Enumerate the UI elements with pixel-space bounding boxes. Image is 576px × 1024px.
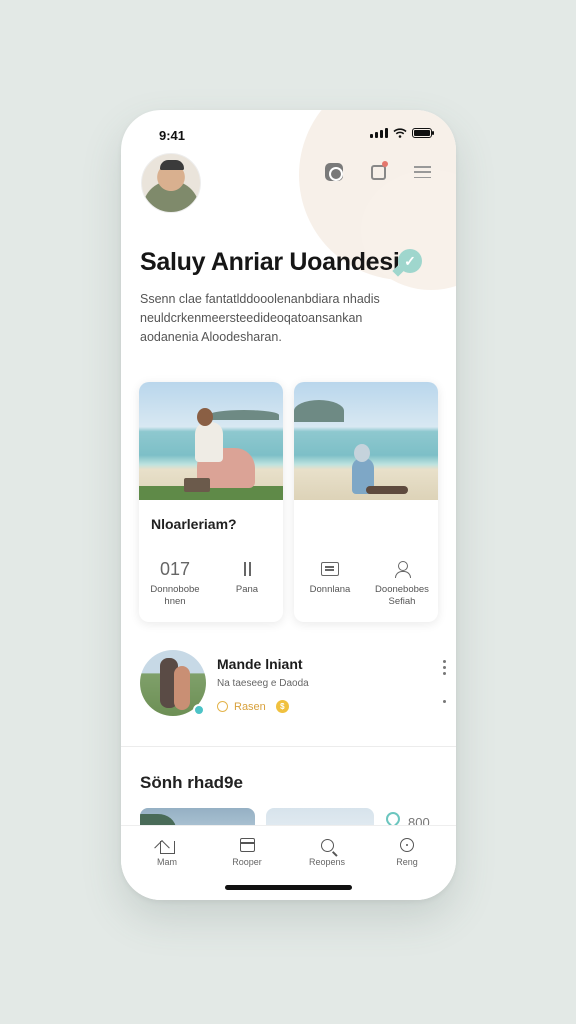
stat-details[interactable]: Donnlana: [294, 558, 366, 596]
circle-icon: [217, 701, 228, 712]
divider: [121, 746, 456, 747]
stat-value: 017: [159, 559, 191, 579]
stat-profile[interactable]: Doonebobes Sefiah: [366, 558, 438, 608]
verified-check-icon: ✓: [398, 249, 422, 273]
status-icons: [370, 128, 434, 138]
battery-icon: [412, 128, 434, 138]
notification-dot: [382, 161, 388, 167]
tab-activity[interactable]: Reng: [377, 836, 437, 867]
list-item-name: Mande lniant: [217, 656, 303, 672]
puzzle-icon[interactable]: [324, 162, 344, 182]
bag-icon[interactable]: [368, 161, 388, 182]
phone-screen: 9:41 Saluy Anriar Uoandesia ✓ Ssenn clae…: [121, 110, 456, 900]
beach-card[interactable]: Nloarleriam? 017 Donnobobe hnen Pana: [139, 382, 283, 622]
tab-label: Rooper: [232, 857, 262, 867]
stat-label: Donnlana: [309, 584, 351, 595]
stat-sort[interactable]: Pana: [211, 558, 283, 596]
tab-label: Reng: [396, 857, 418, 867]
coin-icon: $: [275, 700, 289, 713]
tab-calendar[interactable]: Rooper: [217, 836, 277, 867]
tag-label: Rasen: [234, 700, 266, 713]
wifi-icon: [393, 128, 407, 138]
section-title: Sönh rhad9e: [140, 773, 243, 792]
signal-icon: [370, 128, 388, 138]
tab-bar: Mam Rooper Reopens Reng: [121, 825, 456, 900]
status-bar: 9:41: [121, 110, 456, 154]
stat-count: 017 Donnobobe hnen: [139, 558, 211, 608]
beach-photo: [139, 382, 283, 500]
home-indicator: [225, 885, 352, 890]
list-item[interactable]: Mande lniant Na taeseeg e Daoda Rasen $: [139, 650, 446, 722]
clock-icon: [400, 838, 414, 852]
search-icon: [320, 838, 334, 852]
page-description: Ssenn clae fantatlddooolenanbdiara nhadi…: [140, 292, 380, 344]
home-icon: [159, 840, 175, 854]
tab-search[interactable]: Reopens: [297, 836, 357, 867]
more-options-icon[interactable]: [443, 660, 447, 675]
user-icon: [394, 561, 411, 578]
card-icon: [321, 562, 339, 576]
beach-card[interactable]: Donnlana Doonebobes Sefiah: [294, 382, 438, 622]
calendar-icon: [239, 838, 255, 852]
more-options-icon[interactable]: [443, 700, 447, 703]
header-actions: [324, 161, 432, 182]
status-time: 9:41: [159, 128, 186, 143]
stat-label: Donnobobe hnen: [150, 584, 200, 607]
list-item-tag: Rasen $: [217, 700, 289, 713]
online-indicator: [193, 704, 205, 716]
list-item-subtitle: Na taeseeg e Daoda: [217, 678, 309, 689]
stat-label: Doonebobes Sefiah: [375, 584, 429, 607]
stat-label: Pana: [235, 584, 259, 595]
tab-label: Mam: [157, 857, 177, 867]
menu-icon[interactable]: [412, 162, 432, 182]
tab-home[interactable]: Mam: [137, 836, 197, 867]
sort-icon: [241, 562, 253, 576]
page-title: Saluy Anriar Uoandesia: [140, 248, 414, 276]
beach-photo: [294, 382, 438, 500]
avatar[interactable]: [141, 153, 201, 213]
tab-label: Reopens: [308, 857, 346, 867]
card-title: Nloarleriam?: [151, 516, 237, 532]
